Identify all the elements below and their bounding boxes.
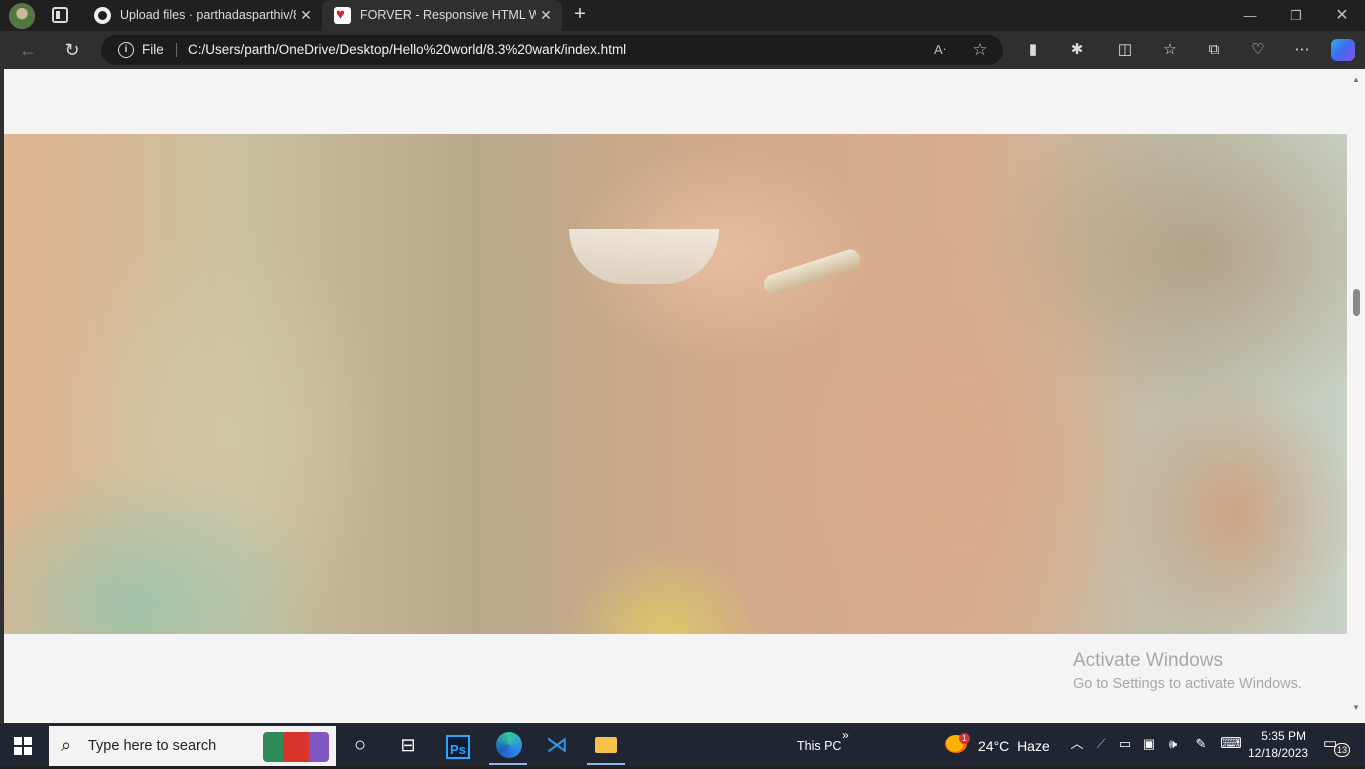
taskbar-search-box[interactable]: ⌕ Type here to search — [49, 726, 336, 766]
info-icon[interactable]: i — [118, 42, 134, 58]
read-aloud-icon[interactable]: Aᐧ — [929, 39, 951, 61]
search-highlight-gift-icon[interactable] — [263, 732, 329, 762]
vertical-scrollbar[interactable]: ▲ ▼ — [1347, 69, 1365, 723]
favorite-star-icon[interactable]: ☆ — [969, 39, 991, 61]
windows-taskbar: ⌕ Type here to search ○ ⊟ Ps ⋊ This PC »… — [0, 723, 1365, 766]
close-tab-icon[interactable]: ✕ — [538, 0, 554, 31]
tab-forver[interactable]: FORVER - Responsive HTML Wedding Templat… — [322, 0, 562, 31]
page-viewport: Activate Windows Go to Settings to activ… — [0, 69, 1365, 723]
task-view-icon[interactable]: ⊟ — [393, 730, 423, 760]
this-pc-toolbar[interactable]: This PC — [797, 723, 841, 769]
weather-condition: Haze — [1017, 738, 1050, 754]
scheme-label: File — [142, 42, 164, 57]
clock-date: 12/18/2023 — [1248, 746, 1309, 760]
scroll-thumb[interactable] — [1353, 289, 1360, 316]
system-clock[interactable]: 5:35 PM 12/18/2023 — [1248, 728, 1309, 762]
activate-windows-watermark: Activate Windows Go to Settings to activ… — [1073, 650, 1302, 694]
extensions-icon[interactable]: ✱ — [1063, 37, 1091, 63]
browser-essentials-icon[interactable]: ♡ — [1244, 37, 1272, 63]
active-app-indicator — [489, 763, 527, 765]
weather-temp: 24°C — [978, 738, 1010, 754]
collections-icon[interactable]: ⧉ — [1200, 37, 1228, 63]
pen-workspace-icon[interactable]: ✎ — [1190, 733, 1212, 755]
network-icon[interactable]: ▣ — [1138, 733, 1160, 755]
weather-badge: 1 — [959, 733, 970, 744]
watermark-title: Activate Windows — [1073, 650, 1223, 671]
weather-widget[interactable]: 24°C Haze — [978, 723, 1050, 769]
vscode-icon[interactable]: ⋊ — [542, 730, 572, 760]
tab-title: FORVER - Responsive HTML Wedding Templat… — [360, 8, 536, 22]
more-menu-icon[interactable]: ⋯ — [1288, 37, 1316, 63]
tab-upload-files[interactable]: Upload files · parthadasparthiv/8.3-wark… — [82, 0, 322, 31]
keyboard-icon[interactable]: ⌨ — [1220, 733, 1242, 755]
battery-icon[interactable]: ▭ — [1114, 733, 1136, 755]
notification-count: 13 — [1334, 743, 1350, 757]
close-tab-icon[interactable]: ✕ — [298, 0, 314, 31]
cortana-icon[interactable]: ○ — [345, 730, 375, 760]
shirt-region — [4, 464, 324, 634]
tab-actions-icon[interactable] — [52, 7, 68, 23]
browser-tab-bar: Upload files · parthadasparthiv/8.3-wark… — [0, 0, 1365, 31]
show-hidden-icons-icon[interactable]: ︿ — [1066, 733, 1088, 755]
split-screen-icon[interactable]: ◫ — [1111, 37, 1139, 63]
file-explorer-icon[interactable] — [591, 730, 621, 760]
scroll-down-arrow-icon[interactable]: ▼ — [1352, 703, 1360, 712]
github-icon — [94, 7, 111, 24]
divider — [176, 43, 177, 57]
favorites-icon[interactable]: ☆ — [1156, 37, 1184, 63]
hero-image — [4, 134, 1347, 634]
scroll-up-arrow-icon[interactable]: ▲ — [1352, 75, 1360, 84]
smile-region — [569, 229, 719, 284]
volume-icon[interactable]: 🕪 — [1162, 733, 1184, 755]
search-placeholder: Type here to search — [88, 738, 217, 754]
copilot-icon[interactable] — [1331, 39, 1355, 61]
active-app-indicator — [587, 763, 625, 765]
restore-button[interactable]: ❐ — [1273, 0, 1319, 31]
close-window-button[interactable]: ✕ — [1319, 0, 1365, 31]
photoshop-icon[interactable]: Ps — [446, 735, 470, 759]
url-text[interactable]: C:/Users/parth/OneDrive/Desktop/Hello%20… — [188, 35, 626, 65]
minimize-button[interactable]: — — [1227, 0, 1273, 31]
search-icon: ⌕ — [61, 735, 72, 755]
windows-start-icon[interactable] — [14, 737, 32, 755]
address-bar[interactable]: i File C:/Users/parth/OneDrive/Desktop/H… — [101, 35, 1003, 65]
reading-view-icon[interactable]: ▮ — [1019, 37, 1047, 63]
pen-tray-icon[interactable]: ⟋ — [1090, 733, 1112, 755]
toolbar-expand-icon[interactable]: » — [842, 728, 849, 742]
new-tab-button[interactable]: + — [570, 4, 590, 26]
edge-icon[interactable] — [494, 730, 524, 760]
heart-icon — [334, 0, 351, 30]
tab-title: Upload files · parthadasparthiv/8.3-wark — [120, 8, 296, 22]
refresh-button[interactable]: ↻ — [58, 37, 86, 63]
notification-center-icon[interactable]: ▭ 13 — [1323, 734, 1350, 757]
engagement-ring — [761, 247, 863, 297]
browser-toolbar: ← ↻ i File C:/Users/parth/OneDrive/Deskt… — [0, 31, 1365, 69]
clothing-region — [564, 544, 764, 634]
profile-avatar[interactable] — [9, 3, 35, 29]
watermark-subtitle: Go to Settings to activate Windows. — [1073, 676, 1302, 692]
clock-time: 5:35 PM — [1261, 729, 1306, 743]
back-button[interactable]: ← — [14, 37, 42, 63]
